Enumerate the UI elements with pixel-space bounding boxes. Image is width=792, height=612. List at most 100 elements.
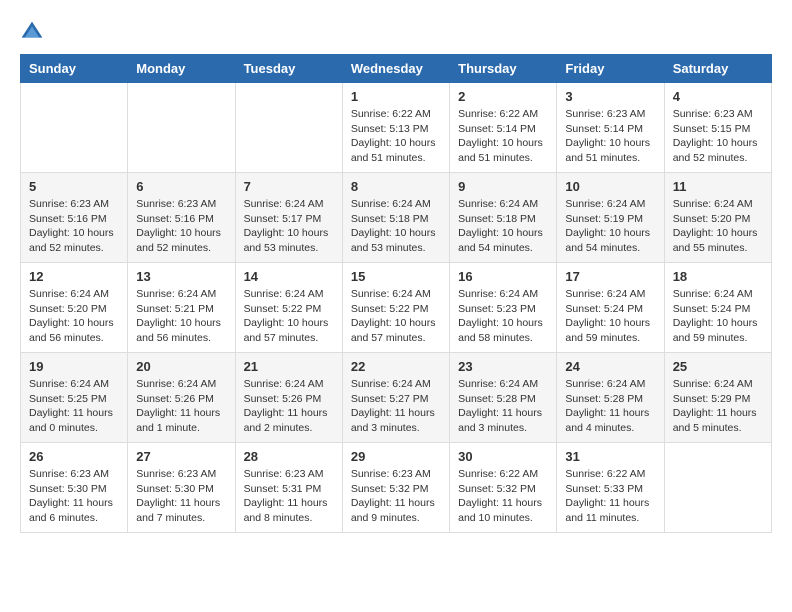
day-number: 26 [29, 449, 119, 464]
day-number: 5 [29, 179, 119, 194]
calendar-day-23: 23Sunrise: 6:24 AMSunset: 5:28 PMDayligh… [450, 353, 557, 443]
calendar-day-5: 5 Sunrise: 6:23 AMSunset: 5:16 PMDaylight… [21, 173, 128, 263]
calendar-day-24: 24 Sunrise: 6:24 AMSunset: 5:28 PMDayligh… [557, 353, 664, 443]
day-number: 19 [29, 359, 119, 374]
day-info: Sunrise: 6:23 AMSunset: 5:32 PMDaylight:… [351, 467, 441, 526]
calendar-day-8: 8 Sunrise: 6:24 AMSunset: 5:18 PMDaylight… [342, 173, 449, 263]
day-number: 31 [565, 449, 655, 464]
day-info: Sunrise: 6:24 AMSunset: 5:26 PMDaylight:… [244, 377, 334, 436]
day-number: 14 [244, 269, 334, 284]
day-info: Sunrise: 6:24 AMSunset: 5:18 PMDaylight:… [458, 197, 548, 256]
day-number: 3 [565, 89, 655, 104]
calendar-table: SundayMondayTuesdayWednesdayThursdayFrid… [20, 54, 772, 533]
calendar-day-25: 25Sunrise: 6:24 AMSunset: 5:29 PMDayligh… [664, 353, 771, 443]
day-info: Sunrise: 6:24 AMSunset: 5:20 PMDaylight:… [673, 197, 763, 256]
day-info: Sunrise: 6:22 AMSunset: 5:14 PMDaylight:… [458, 107, 548, 166]
day-number: 30 [458, 449, 548, 464]
calendar-day-6: 6 Sunrise: 6:23 AMSunset: 5:16 PMDaylight… [128, 173, 235, 263]
day-info: Sunrise: 6:24 AMSunset: 5:27 PMDaylight:… [351, 377, 441, 436]
weekday-header-sunday: Sunday [21, 55, 128, 83]
day-info: Sunrise: 6:24 AMSunset: 5:29 PMDaylight:… [673, 377, 763, 436]
calendar-day-2: 2 Sunrise: 6:22 AMSunset: 5:14 PMDaylight… [450, 83, 557, 173]
logo [20, 20, 48, 44]
day-info: Sunrise: 6:24 AMSunset: 5:23 PMDaylight:… [458, 287, 548, 346]
calendar-day-26: 26 Sunrise: 6:23 AMSunset: 5:30 PMDayligh… [21, 443, 128, 533]
calendar-day-29: 29 Sunrise: 6:23 AMSunset: 5:32 PMDayligh… [342, 443, 449, 533]
day-number: 28 [244, 449, 334, 464]
day-info: Sunrise: 6:24 AMSunset: 5:20 PMDaylight:… [29, 287, 119, 346]
calendar-day-22: 22Sunrise: 6:24 AMSunset: 5:27 PMDayligh… [342, 353, 449, 443]
calendar-day-21: 21 Sunrise: 6:24 AMSunset: 5:26 PMDayligh… [235, 353, 342, 443]
calendar-week-4: 19 Sunrise: 6:24 AMSunset: 5:25 PMDayligh… [21, 353, 772, 443]
day-info: Sunrise: 6:24 AMSunset: 5:24 PMDaylight:… [673, 287, 763, 346]
day-info: Sunrise: 6:24 AMSunset: 5:19 PMDaylight:… [565, 197, 655, 256]
day-number: 11 [673, 179, 763, 194]
calendar-day-18: 18 Sunrise: 6:24 AMSunset: 5:24 PMDayligh… [664, 263, 771, 353]
day-info: Sunrise: 6:24 AMSunset: 5:28 PMDaylight:… [565, 377, 655, 436]
weekday-header-tuesday: Tuesday [235, 55, 342, 83]
calendar-day-1: 1 Sunrise: 6:22 AMSunset: 5:13 PMDaylight… [342, 83, 449, 173]
calendar-day-30: 30 Sunrise: 6:22 AMSunset: 5:32 PMDayligh… [450, 443, 557, 533]
day-info: Sunrise: 6:23 AMSunset: 5:31 PMDaylight:… [244, 467, 334, 526]
calendar-week-3: 12 Sunrise: 6:24 AMSunset: 5:20 PMDayligh… [21, 263, 772, 353]
logo-icon [20, 20, 44, 44]
day-number: 8 [351, 179, 441, 194]
day-info: Sunrise: 6:23 AMSunset: 5:30 PMDaylight:… [29, 467, 119, 526]
day-number: 10 [565, 179, 655, 194]
calendar-day-19: 19 Sunrise: 6:24 AMSunset: 5:25 PMDayligh… [21, 353, 128, 443]
day-number: 23 [458, 359, 548, 374]
day-info: Sunrise: 6:23 AMSunset: 5:16 PMDaylight:… [136, 197, 226, 256]
calendar-week-1: 1 Sunrise: 6:22 AMSunset: 5:13 PMDaylight… [21, 83, 772, 173]
calendar-day-17: 17Sunrise: 6:24 AMSunset: 5:24 PMDayligh… [557, 263, 664, 353]
calendar-day-14: 14 Sunrise: 6:24 AMSunset: 5:22 PMDayligh… [235, 263, 342, 353]
calendar-week-5: 26 Sunrise: 6:23 AMSunset: 5:30 PMDayligh… [21, 443, 772, 533]
day-info: Sunrise: 6:23 AMSunset: 5:30 PMDaylight:… [136, 467, 226, 526]
day-info: Sunrise: 6:24 AMSunset: 5:22 PMDaylight:… [351, 287, 441, 346]
day-number: 27 [136, 449, 226, 464]
day-number: 13 [136, 269, 226, 284]
calendar-day-9: 9Sunrise: 6:24 AMSunset: 5:18 PMDaylight… [450, 173, 557, 263]
day-info: Sunrise: 6:23 AMSunset: 5:15 PMDaylight:… [673, 107, 763, 166]
day-number: 29 [351, 449, 441, 464]
day-number: 7 [244, 179, 334, 194]
day-number: 21 [244, 359, 334, 374]
calendar-day-12: 12 Sunrise: 6:24 AMSunset: 5:20 PMDayligh… [21, 263, 128, 353]
day-info: Sunrise: 6:24 AMSunset: 5:17 PMDaylight:… [244, 197, 334, 256]
day-number: 20 [136, 359, 226, 374]
calendar-day-20: 20 Sunrise: 6:24 AMSunset: 5:26 PMDayligh… [128, 353, 235, 443]
day-info: Sunrise: 6:23 AMSunset: 5:16 PMDaylight:… [29, 197, 119, 256]
day-number: 16 [458, 269, 548, 284]
day-number: 24 [565, 359, 655, 374]
day-number: 12 [29, 269, 119, 284]
calendar-empty-cell [235, 83, 342, 173]
day-number: 1 [351, 89, 441, 104]
day-info: Sunrise: 6:24 AMSunset: 5:21 PMDaylight:… [136, 287, 226, 346]
calendar-empty-cell [21, 83, 128, 173]
day-number: 4 [673, 89, 763, 104]
day-number: 2 [458, 89, 548, 104]
calendar-day-7: 7 Sunrise: 6:24 AMSunset: 5:17 PMDaylight… [235, 173, 342, 263]
calendar-day-4: 4 Sunrise: 6:23 AMSunset: 5:15 PMDaylight… [664, 83, 771, 173]
day-number: 18 [673, 269, 763, 284]
weekday-header-monday: Monday [128, 55, 235, 83]
header [20, 20, 772, 44]
day-info: Sunrise: 6:24 AMSunset: 5:24 PMDaylight:… [565, 287, 655, 346]
calendar-day-31: 31 Sunrise: 6:22 AMSunset: 5:33 PMDayligh… [557, 443, 664, 533]
day-info: Sunrise: 6:24 AMSunset: 5:18 PMDaylight:… [351, 197, 441, 256]
day-info: Sunrise: 6:24 AMSunset: 5:22 PMDaylight:… [244, 287, 334, 346]
calendar-week-2: 5 Sunrise: 6:23 AMSunset: 5:16 PMDaylight… [21, 173, 772, 263]
weekday-header-row: SundayMondayTuesdayWednesdayThursdayFrid… [21, 55, 772, 83]
day-info: Sunrise: 6:22 AMSunset: 5:32 PMDaylight:… [458, 467, 548, 526]
day-info: Sunrise: 6:22 AMSunset: 5:13 PMDaylight:… [351, 107, 441, 166]
weekday-header-friday: Friday [557, 55, 664, 83]
day-info: Sunrise: 6:22 AMSunset: 5:33 PMDaylight:… [565, 467, 655, 526]
calendar-day-11: 11 Sunrise: 6:24 AMSunset: 5:20 PMDayligh… [664, 173, 771, 263]
day-info: Sunrise: 6:24 AMSunset: 5:26 PMDaylight:… [136, 377, 226, 436]
calendar-empty-cell [128, 83, 235, 173]
day-info: Sunrise: 6:24 AMSunset: 5:25 PMDaylight:… [29, 377, 119, 436]
day-number: 6 [136, 179, 226, 194]
calendar-day-10: 10 Sunrise: 6:24 AMSunset: 5:19 PMDayligh… [557, 173, 664, 263]
weekday-header-thursday: Thursday [450, 55, 557, 83]
weekday-header-wednesday: Wednesday [342, 55, 449, 83]
calendar-day-15: 15Sunrise: 6:24 AMSunset: 5:22 PMDayligh… [342, 263, 449, 353]
